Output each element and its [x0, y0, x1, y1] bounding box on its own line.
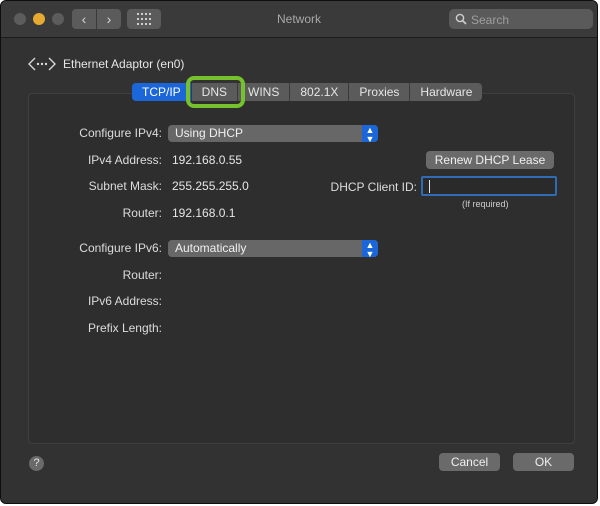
search-input[interactable] — [469, 11, 591, 29]
configure-ipv6-label: Configure IPv6: — [79, 241, 162, 255]
configure-ipv6-value: Automatically — [175, 241, 247, 255]
tab-8021x[interactable]: 802.1X — [290, 83, 350, 101]
subnet-mask-value: 255.255.255.0 — [172, 179, 249, 193]
tab-wins[interactable]: WINS — [238, 83, 291, 101]
question-mark-icon: ? — [33, 457, 40, 469]
configure-ipv4-label: Configure IPv4: — [79, 126, 162, 140]
client-id-hint: (If required) — [462, 199, 509, 209]
network-back-icon[interactable] — [27, 53, 57, 75]
adaptor-title: Ethernet Adaptor (en0) — [63, 57, 185, 71]
ipv4-address-value: 192.168.0.55 — [172, 153, 243, 167]
ipv6-address-label: IPv6 Address: — [87, 294, 162, 308]
dhcp-client-id-input[interactable] — [423, 179, 555, 195]
dhcp-client-id-label: DHCP Client ID: — [330, 180, 417, 194]
text-caret — [429, 180, 430, 193]
renew-dhcp-lease-button[interactable]: Renew DHCP Lease — [426, 151, 554, 169]
tab-hardware[interactable]: Hardware — [410, 83, 483, 101]
ipv6-router-label: Router: — [122, 268, 162, 282]
ok-button[interactable]: OK — [513, 453, 574, 471]
tab-dns[interactable]: DNS — [185, 76, 246, 108]
configure-ipv6-select[interactable]: Automatically ▲ ▼ — [168, 240, 378, 259]
prefix-length-label: Prefix Length: — [87, 321, 162, 335]
network-window: ‹ › Network Ethernet Adaptor (e — [0, 0, 598, 504]
chevron-updown-icon: ▲ ▼ — [362, 125, 378, 144]
dhcp-client-id-field[interactable] — [421, 176, 557, 196]
search-icon — [455, 13, 467, 25]
tab-tcpip[interactable]: TCP/IP — [132, 83, 192, 101]
configure-ipv4-select[interactable]: Using DHCP ▲ ▼ — [168, 125, 378, 144]
cancel-button[interactable]: Cancel — [439, 453, 500, 471]
tab-bar: TCP/IP DNS WINS 802.1X Proxies Hardware — [132, 76, 483, 108]
title-bar: ‹ › Network — [1, 1, 597, 38]
ipv4-address-label: IPv4 Address: — [87, 153, 162, 167]
configure-ipv4-value: Using DHCP — [175, 126, 244, 140]
tab-proxies[interactable]: Proxies — [349, 83, 411, 101]
ipv4-router-value: 192.168.0.1 — [172, 206, 236, 220]
help-button[interactable]: ? — [29, 456, 44, 471]
search-box[interactable] — [449, 9, 593, 29]
subnet-mask-label: Subnet Mask: — [88, 179, 162, 193]
ipv4-router-label: Router: — [122, 206, 162, 220]
chevron-updown-icon: ▲ ▼ — [362, 240, 378, 259]
